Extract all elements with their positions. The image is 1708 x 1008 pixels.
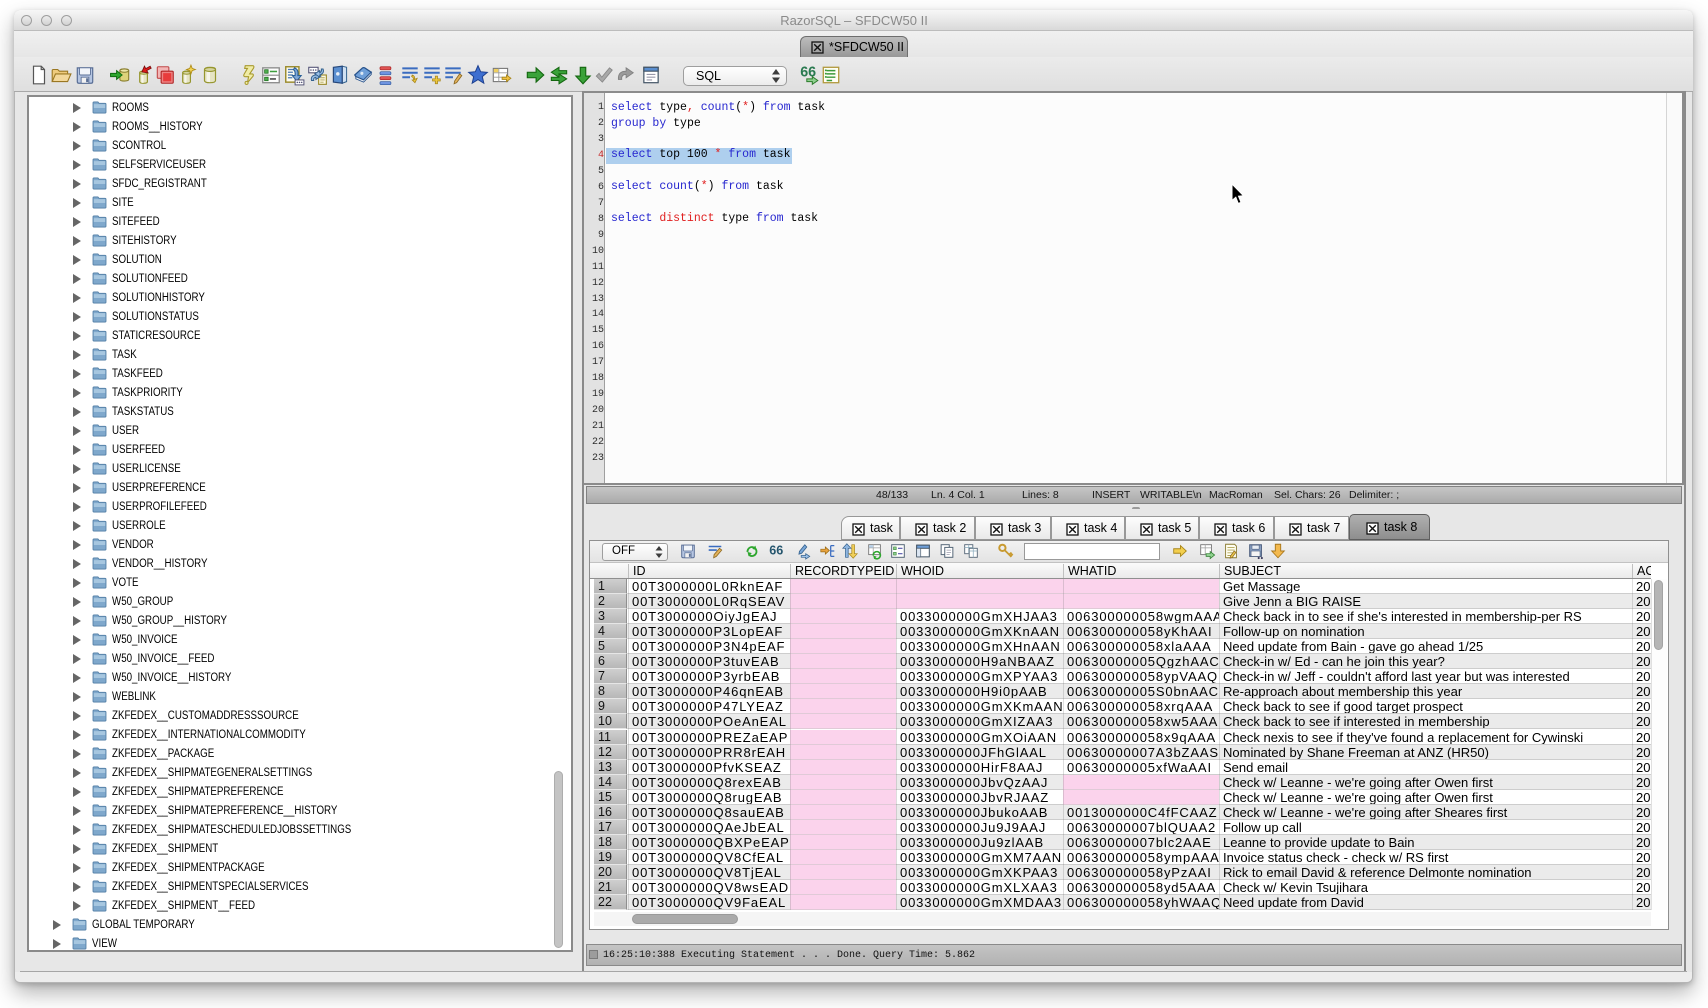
svg-text:66: 66 [769,544,783,558]
